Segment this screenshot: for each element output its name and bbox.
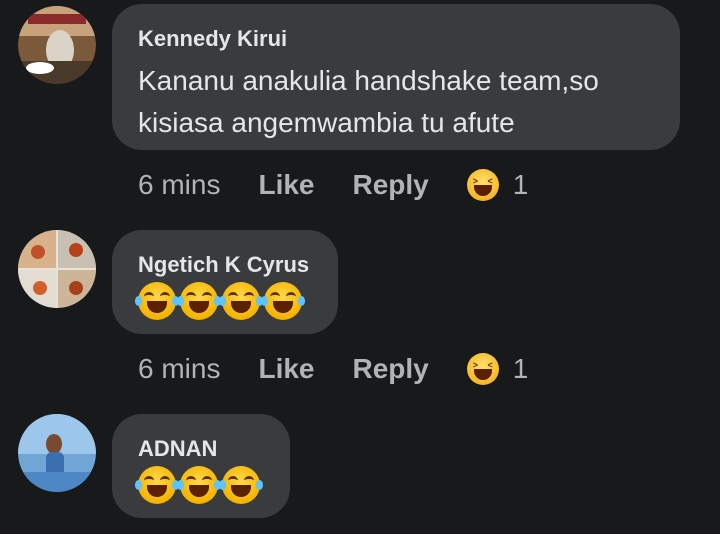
like-button[interactable]: Like — [258, 169, 314, 201]
comment-time[interactable]: 6 mins — [138, 169, 220, 201]
tears-of-joy-emoji-icon — [219, 282, 263, 320]
comment-author[interactable]: ADNAN — [138, 436, 217, 462]
emoji-row — [135, 466, 263, 504]
tears-of-joy-emoji-icon — [177, 282, 221, 320]
reply-button[interactable]: Reply — [353, 353, 429, 385]
like-button[interactable]: Like — [258, 353, 314, 385]
comment-bubble: Ngetich K Cyrus — [112, 230, 338, 334]
avatar-image — [18, 230, 96, 308]
comment-actions: 6 mins Like Reply > < 1 — [138, 165, 528, 205]
tears-of-joy-emoji-icon — [219, 466, 263, 504]
comment-time[interactable]: 6 mins — [138, 353, 220, 385]
avatar-image — [18, 6, 96, 84]
comment-author[interactable]: Ngetich K Cyrus — [138, 252, 309, 278]
avatar-image — [18, 414, 96, 492]
avatar[interactable] — [18, 6, 96, 84]
tears-of-joy-emoji-icon — [261, 282, 305, 320]
laughing-reaction-icon[interactable]: > < — [466, 169, 499, 201]
comment-bubble: Kennedy Kirui Kananu anakulia handshake … — [112, 4, 680, 150]
laughing-reaction-icon[interactable]: > < — [466, 353, 499, 385]
comment-bubble: ADNAN — [112, 414, 290, 518]
tears-of-joy-emoji-icon — [135, 282, 179, 320]
comment-author[interactable]: Kennedy Kirui — [138, 26, 287, 52]
avatar[interactable] — [18, 230, 96, 308]
reaction-count[interactable]: 1 — [513, 169, 529, 201]
avatar[interactable] — [18, 414, 96, 492]
tears-of-joy-emoji-icon — [177, 466, 221, 504]
reply-button[interactable]: Reply — [353, 169, 429, 201]
comment-text: Kananu anakulia handshake team,so kisias… — [138, 65, 599, 138]
tears-of-joy-emoji-icon — [135, 466, 179, 504]
comment-actions: 6 mins Like Reply > < 1 — [138, 349, 528, 389]
reaction-count[interactable]: 1 — [513, 353, 529, 385]
emoji-row — [135, 282, 305, 320]
